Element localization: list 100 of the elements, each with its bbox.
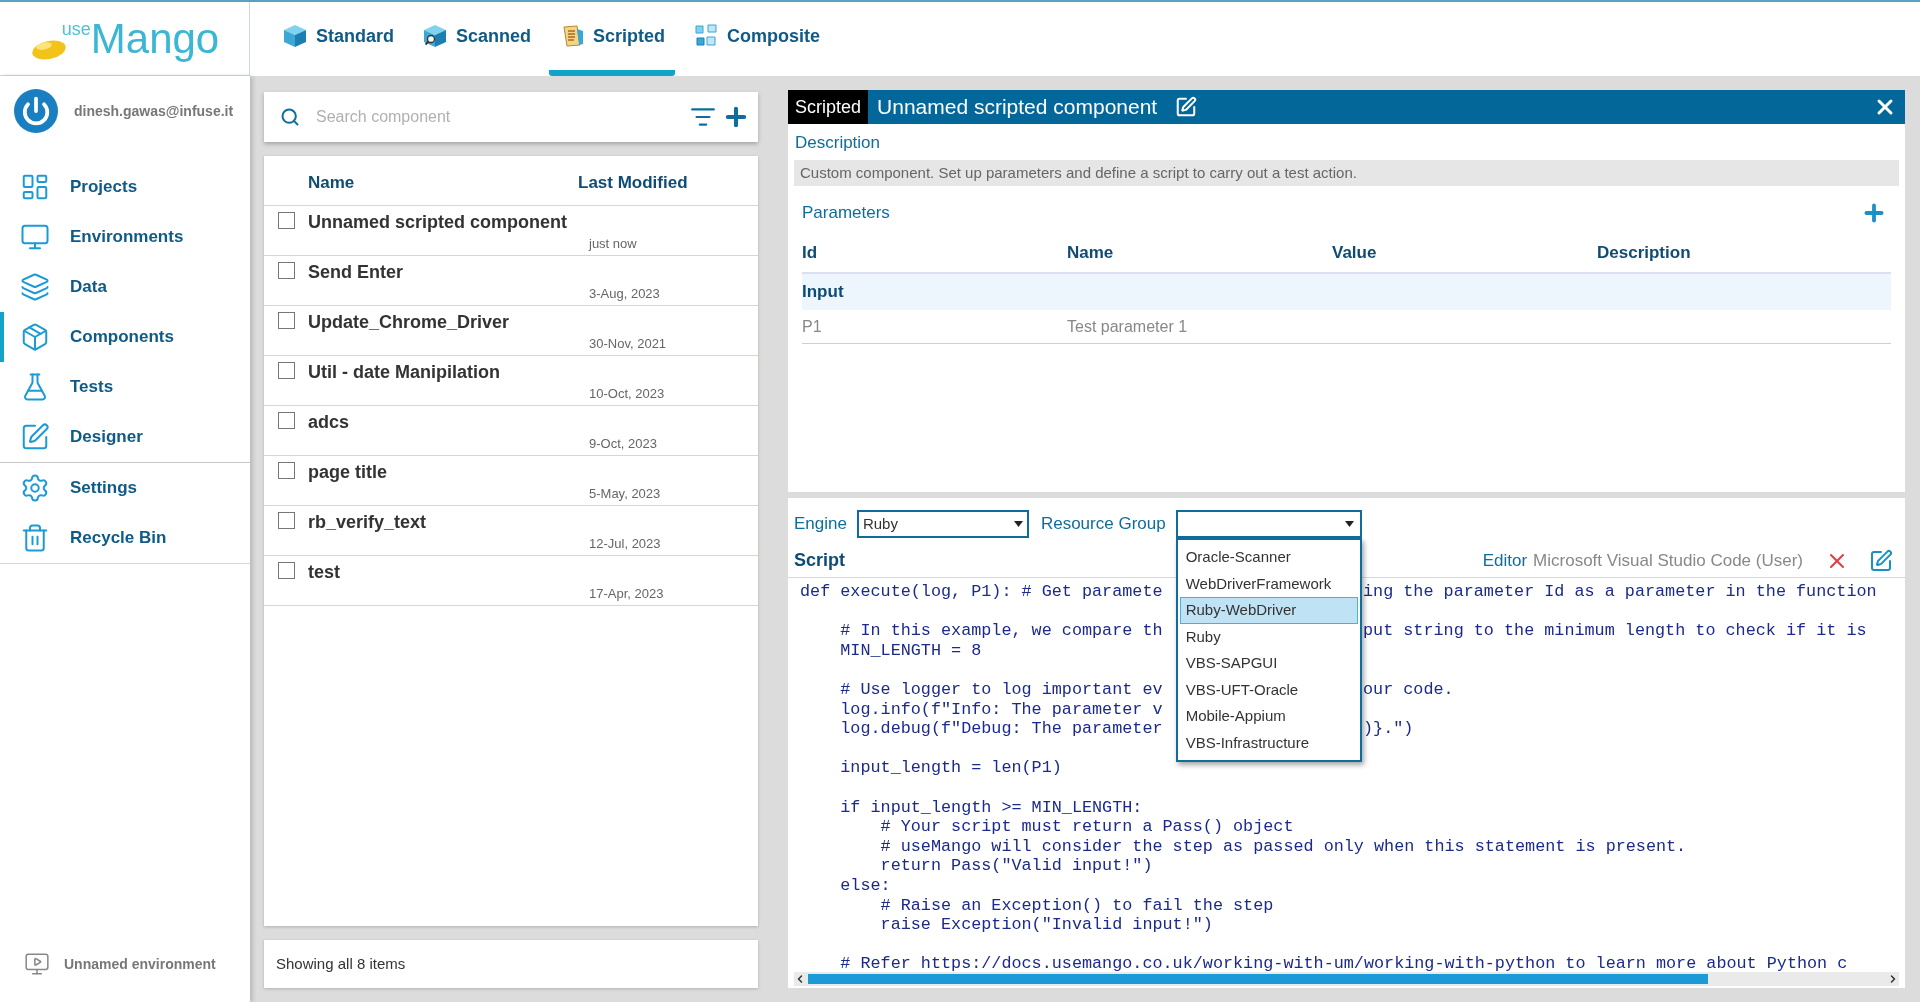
modified-date: 9-Oct, 2023 — [589, 435, 657, 453]
code-line: raise Exception("Invalid input!") — [879, 915, 1213, 935]
column-header[interactable]: Name — [308, 169, 578, 196]
component-name[interactable]: rb_verify_text — [308, 509, 427, 536]
modified-date: 10-Oct, 2023 — [589, 385, 665, 403]
dropdown-option[interactable]: Oracle-Scanner — [1179, 544, 1358, 571]
code-line: input_length = len(P1) — [839, 758, 1062, 778]
dropdown-option[interactable]: VBS-SAPGUI — [1179, 650, 1358, 677]
section-label: Script — [794, 549, 845, 572]
cubes-icon — [693, 23, 720, 49]
group-label: Input — [802, 281, 844, 304]
modified-date: just now — [589, 235, 637, 253]
code-line: # useMango will consider the step as passed only when this statement is present. — [879, 836, 1687, 857]
code-line: else: — [839, 875, 891, 896]
tab[interactable]: Scanned — [412, 2, 542, 76]
trash-icon — [20, 523, 50, 553]
monitor-play-icon — [24, 951, 50, 977]
modified-date: 12-Jul, 2023 — [589, 535, 661, 553]
column-header: Description — [1597, 242, 1692, 265]
description-text: Custom component. Set up parameters and define a script to carry out a test action. — [794, 159, 1899, 186]
table-cell-text: Test parameter 1 — [1067, 316, 1189, 337]
dashboard-icon — [20, 172, 50, 202]
logo-text: use — [61, 17, 91, 41]
tab[interactable]: Standard — [272, 2, 404, 76]
code-line: put string to the minimum length to check if it is — [1363, 621, 1867, 641]
component-name[interactable]: page title — [308, 459, 387, 486]
user-email: dinesh.gawas@infuse.it — [74, 101, 234, 121]
dropdown-option[interactable]: Ruby — [1179, 623, 1358, 650]
checkbox[interactable] — [278, 262, 295, 279]
logo-text: Mango — [90, 15, 220, 62]
edit-icon — [20, 422, 50, 452]
code-line: # Raise an Exception() to fail the step — [879, 895, 1274, 916]
component-name[interactable]: Send Enter — [308, 259, 404, 286]
table-cell-text: P1 — [802, 316, 823, 337]
component-name[interactable]: adcs — [308, 409, 350, 436]
edit-icon[interactable] — [1175, 96, 1198, 118]
field-label: Editor — [1482, 549, 1528, 572]
column-header: Name — [1067, 242, 1115, 265]
search-input[interactable]: Search component — [316, 105, 690, 129]
checkbox[interactable] — [278, 562, 295, 579]
component-name[interactable]: Util - date Manipilation — [308, 359, 500, 386]
edit-icon[interactable] — [1869, 548, 1893, 573]
caret-icon — [1013, 521, 1023, 527]
modified-date: 17-Apr, 2023 — [589, 585, 664, 603]
component-name[interactable]: Unnamed scripted component — [308, 209, 568, 236]
sidebar-item[interactable]: Data — [0, 262, 250, 312]
package-icon — [20, 322, 50, 352]
code-line: def execute(log, P1): # Get paramete — [800, 582, 1163, 601]
sidebar-item[interactable]: Projects — [0, 162, 250, 212]
engine-select[interactable]: Ruby — [856, 510, 1029, 538]
checkbox[interactable] — [278, 212, 295, 229]
code-line: MIN_LENGTH = 8 — [839, 640, 982, 661]
code-line: # In this example, we compare th — [839, 621, 1163, 641]
tab[interactable]: Composite — [683, 2, 831, 76]
checkbox[interactable] — [278, 362, 295, 379]
sidebar-item[interactable]: Components — [0, 312, 250, 362]
layers-icon — [20, 272, 50, 302]
field-label: Engine — [794, 513, 847, 536]
sidebar-item[interactable]: Recycle Bin — [0, 513, 250, 563]
component-name[interactable]: test — [308, 559, 340, 586]
sidebar-item[interactable]: Settings — [0, 463, 250, 513]
component-name[interactable]: Update_Chrome_Driver — [308, 309, 510, 336]
checkbox[interactable] — [278, 312, 295, 329]
dropdown-option[interactable]: WebDriverFramework — [1179, 570, 1358, 597]
column-header: Id — [802, 242, 819, 265]
checkbox[interactable] — [278, 412, 295, 429]
code-line: log.info(f"Info: The parameter v — [839, 699, 1163, 720]
code-line: our code. — [1363, 679, 1454, 700]
sidebar-item[interactable]: Environments — [0, 212, 250, 262]
search-field[interactable]: Search component — [264, 92, 758, 142]
cube-magnifier-icon — [422, 23, 448, 49]
tab[interactable]: Scripted — [549, 2, 676, 76]
code-line: ing the parameter Id as a parameter in the function — [1363, 582, 1877, 602]
dropdown-option[interactable]: VBS-Infrastructure — [1179, 729, 1358, 756]
code-line: # Your script must return a Pass() object — [879, 817, 1294, 837]
code-line: # Use logger to log important ev — [839, 679, 1163, 699]
code-line: )}.") — [1363, 719, 1414, 739]
section-label: Parameters — [802, 202, 890, 225]
dropdown-option[interactable]: Ruby-WebDriver — [1179, 597, 1358, 624]
column-header[interactable]: Last Modified — [578, 169, 688, 196]
monitor-icon — [20, 222, 50, 252]
resource-group-select[interactable] — [1175, 510, 1362, 538]
checkbox[interactable] — [278, 462, 295, 479]
checkbox[interactable] — [278, 512, 295, 529]
modified-date: 5-May, 2023 — [589, 485, 661, 503]
section-label: Description — [795, 132, 882, 154]
horizontal-scrollbar[interactable] — [794, 972, 1899, 986]
search-icon — [280, 107, 300, 127]
type-badge: Scripted — [788, 90, 869, 124]
modified-date: 30-Nov, 2021 — [589, 335, 667, 353]
sidebar-item[interactable]: Designer — [0, 412, 250, 462]
column-header: Value — [1332, 242, 1378, 265]
dropdown-option[interactable]: Mobile-Appium — [1179, 703, 1358, 730]
code-line: if input_length >= MIN_LENGTH: — [839, 797, 1143, 818]
environment-item[interactable]: Unnamed environment — [0, 944, 250, 984]
code-line: return Pass("Valid input!") — [879, 856, 1153, 876]
dropdown-option[interactable]: VBS-UFT-Oracle — [1179, 676, 1358, 703]
field-label: Resource Group — [1040, 513, 1166, 536]
sidebar-item[interactable]: Tests — [0, 362, 250, 412]
settings-icon — [20, 473, 50, 503]
